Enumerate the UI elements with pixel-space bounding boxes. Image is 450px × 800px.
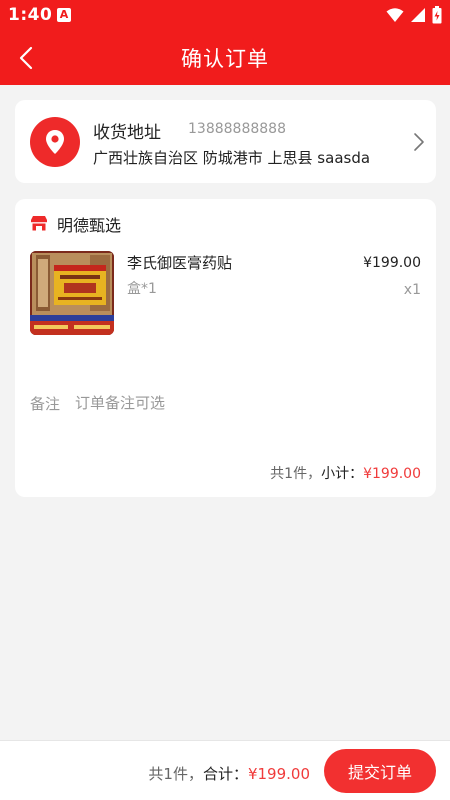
- subtotal-label: 小计：: [321, 466, 364, 482]
- store-icon: [31, 216, 47, 231]
- remark-input[interactable]: [75, 391, 415, 415]
- wifi-icon: [386, 8, 404, 22]
- product-quantity: x1: [403, 282, 421, 298]
- remark-label: 备注: [30, 395, 61, 413]
- app-notification-icon: A: [57, 8, 71, 22]
- subtotal-count: 共1件，: [270, 466, 322, 482]
- page-title: 确认订单: [181, 47, 269, 71]
- status-time: 1:40: [8, 5, 53, 25]
- location-pin-icon: [30, 117, 80, 167]
- total-row: 共1件，合计：¥199.00: [148, 763, 310, 784]
- address-phone: 13888888888: [188, 121, 286, 137]
- product-price: ¥199.00: [363, 255, 421, 271]
- address-title: 收货地址: [93, 123, 161, 143]
- total-label: 合计：: [202, 765, 248, 783]
- status-icons: [386, 6, 442, 24]
- product-name: 李氏御医膏药贴: [127, 254, 233, 272]
- product-spec: 盒*1: [127, 281, 157, 297]
- order-card: 明德甄选 李氏御医膏药贴 盒*1 ¥199.00 x1 备注 共1件，小计：¥1…: [15, 199, 436, 497]
- checkout-bar: 共1件，合计：¥199.00 提交订单: [0, 740, 450, 800]
- submit-order-button[interactable]: 提交订单: [324, 749, 436, 793]
- battery-icon: [432, 6, 442, 24]
- address-card[interactable]: 收货地址 13888888888 广西壮族自治区 防城港市 上思县 saasda: [15, 100, 436, 183]
- status-bar: 1:40 A: [0, 0, 450, 30]
- store-name: 明德甄选: [57, 216, 122, 235]
- subtotal-amount: ¥199.00: [363, 466, 421, 482]
- address-detail: 广西壮族自治区 防城港市 上思县 saasda: [93, 149, 371, 167]
- subtotal-row: 共1件，小计：¥199.00: [270, 463, 421, 483]
- total-amount: ¥199.00: [247, 765, 310, 783]
- chevron-right-icon: [414, 133, 424, 151]
- total-count: 共1件，: [148, 765, 203, 783]
- signal-icon: [411, 8, 425, 22]
- app-bar: 确认订单: [0, 30, 450, 85]
- product-image[interactable]: [30, 251, 114, 335]
